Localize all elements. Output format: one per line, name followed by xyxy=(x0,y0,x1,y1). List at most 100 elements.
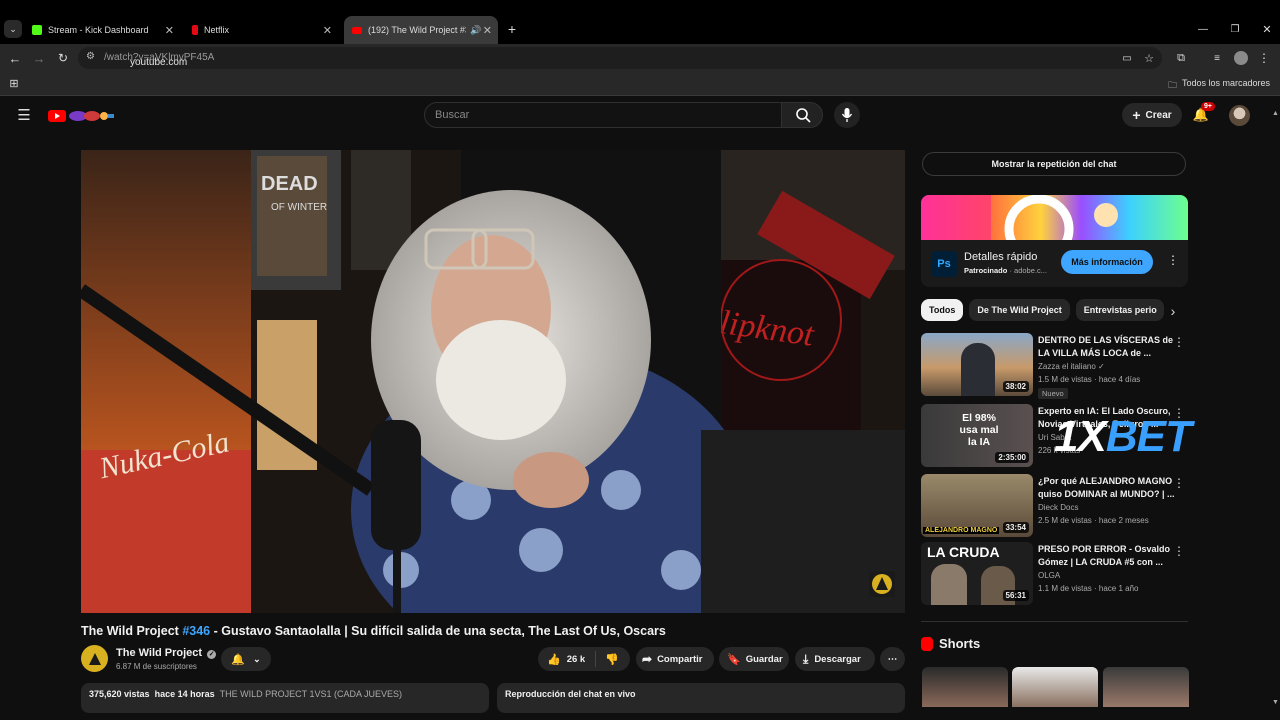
hamburger-icon[interactable]: ☰ xyxy=(16,107,32,124)
video-thumbnail[interactable]: LA CRUDA 56:31 xyxy=(921,542,1033,605)
more-vertical-icon[interactable]: ⋮ xyxy=(1167,253,1179,267)
short-thumbnail[interactable] xyxy=(922,667,1008,707)
restore-icon[interactable]: ❐ xyxy=(1228,20,1242,38)
url-text: youtube.com/watch?v=aVKlmvPF45A xyxy=(104,52,214,68)
chevron-right-icon[interactable]: › xyxy=(1166,302,1180,320)
description-box[interactable]: 375,620 vistas hace 14 horas THE WILD PR… xyxy=(81,683,489,713)
forward-icon[interactable]: → xyxy=(30,49,48,67)
sponsored-ad-card[interactable]: Ps Detalles rápido Patrocinado · adobe.c… xyxy=(921,195,1188,287)
youtube-logo[interactable] xyxy=(48,109,114,123)
duration-badge: 56:31 xyxy=(1002,590,1029,601)
channel-avatar[interactable] xyxy=(81,645,108,672)
sponsored-label: Patrocinado xyxy=(964,266,1008,275)
chip-channel[interactable]: De The Wild Project xyxy=(969,299,1070,321)
close-icon[interactable]: ✕ xyxy=(165,24,174,37)
close-icon[interactable]: ✕ xyxy=(323,24,332,37)
mic-button[interactable] xyxy=(834,102,860,128)
reload-icon[interactable]: ↻ xyxy=(54,49,72,67)
create-label: Crear xyxy=(1145,109,1172,121)
rec-channel[interactable]: Dieck Docs xyxy=(1038,503,1078,512)
video-thumbnail[interactable]: El 98% usa mal la IA 2:35:00 xyxy=(921,404,1033,467)
wild-project-logo-icon xyxy=(88,652,101,665)
minimize-icon[interactable]: — xyxy=(1196,20,1210,38)
more-actions-button[interactable]: ⋯ xyxy=(880,647,905,671)
share-button[interactable]: ➦ Compartir xyxy=(636,647,714,671)
tab-title: Netflix xyxy=(204,25,230,35)
description-tag[interactable]: THE WILD PROJECT 1VS1 (CADA JUEVES) xyxy=(220,689,402,699)
cast-icon[interactable]: ▭ xyxy=(1120,50,1134,66)
more-vertical-icon[interactable]: ⋮ xyxy=(1173,476,1185,490)
ad-cta-button[interactable]: Más información xyxy=(1061,250,1153,274)
tab-title: Stream - Kick Dashboard xyxy=(48,25,149,35)
new-tab-button[interactable]: + xyxy=(505,20,519,38)
browser-toolbar: ← → ↻ ⚙ youtube.com/watch?v=aVKlmvPF45A … xyxy=(0,44,1280,72)
save-button[interactable]: 🔖 Guardar xyxy=(719,647,789,671)
tab-netflix[interactable]: Netflix ✕ xyxy=(192,18,338,42)
create-button[interactable]: + Crear xyxy=(1122,103,1182,127)
ad-meta: Patrocinado · adobe.c... xyxy=(964,266,1047,275)
speaker-icon[interactable]: 🔊 xyxy=(470,25,481,36)
chat-replay-panel[interactable]: Reproducción del chat en vivo xyxy=(497,683,905,713)
short-thumbnail[interactable] xyxy=(1103,667,1189,707)
tab-kick[interactable]: Stream - Kick Dashboard ✕ xyxy=(32,18,180,42)
subscriber-count: 6.87 M de suscriptores xyxy=(116,662,197,671)
chip-interviews[interactable]: Entrevistas perio xyxy=(1075,299,1164,321)
search-button[interactable] xyxy=(781,102,823,128)
menu-icon[interactable]: ⋮ xyxy=(1258,50,1270,66)
shorts-label: Shorts xyxy=(939,636,981,651)
video-thumbnail[interactable]: ALEJANDRO MAGNO 33:54 xyxy=(921,474,1033,537)
search-input[interactable]: Buscar xyxy=(424,102,782,128)
close-window-icon[interactable]: ✕ xyxy=(1260,20,1274,38)
scroll-up-icon[interactable]: ▲ xyxy=(1272,110,1279,117)
site-info-icon[interactable]: ⚙ xyxy=(86,51,95,62)
like-dislike-group: 👍 26 k 👎 xyxy=(538,647,630,671)
svg-text:OF WINTER: OF WINTER xyxy=(271,202,327,213)
apps-icon[interactable]: ⊞ xyxy=(8,76,20,90)
scroll-down-icon[interactable]: ▼ xyxy=(1272,699,1279,706)
scrollbar[interactable]: ▲ ▼ xyxy=(1270,96,1280,720)
bookmarks-bar: ⊞ 🗀 Todos los marcadores xyxy=(0,72,1280,96)
media-icon[interactable]: ≡ xyxy=(1210,50,1224,66)
back-icon[interactable]: ← xyxy=(6,49,24,67)
tab-youtube[interactable]: (192) The Wild Project #346 🔊 ✕ xyxy=(344,16,498,44)
more-vertical-icon[interactable]: ⋮ xyxy=(1173,544,1185,558)
extensions-icon[interactable]: ⧉ xyxy=(1174,50,1188,66)
channel-name[interactable]: The Wild Project ✓ xyxy=(116,647,217,659)
thumb-text: ALEJANDRO MAGNO xyxy=(923,527,1000,534)
recommendation-item[interactable]: ALEJANDRO MAGNO 33:54 ¿Por qué ALEJANDRO… xyxy=(921,474,1188,538)
video-thumbnail[interactable]: 38:02 xyxy=(921,333,1033,396)
download-label: Descargar xyxy=(814,653,861,665)
show-chat-replay-button[interactable]: Mostrar la repetición del chat xyxy=(922,152,1186,176)
download-button[interactable]: ⤓ Descargar xyxy=(795,647,875,671)
recommendation-item[interactable]: 38:02 DENTRO DE LAS VÍSCERAS de LA VILLA… xyxy=(921,333,1188,399)
close-icon[interactable]: ✕ xyxy=(483,24,492,37)
upload-age: hace 14 horas xyxy=(154,689,215,699)
notifications-button[interactable]: 🔔 9+ xyxy=(1192,102,1215,124)
kick-icon xyxy=(32,25,42,35)
chat-replay-label: Reproducción del chat en vivo xyxy=(505,689,636,699)
subscribe-bell-button[interactable]: 🔔 ⌄ xyxy=(221,647,271,671)
tab-search-icon[interactable]: ⌄ xyxy=(4,20,22,38)
video-player[interactable]: Nuka-Cola DEAD OF WINTER Slipknot xyxy=(81,150,905,613)
recommendation-item[interactable]: LA CRUDA 56:31 PRESO POR ERROR - Osvaldo… xyxy=(921,542,1188,606)
new-badge: Nuevo xyxy=(1038,388,1068,399)
star-icon[interactable]: ☆ xyxy=(1142,50,1156,66)
chip-all[interactable]: Todos xyxy=(921,299,964,321)
verified-icon: ✓ xyxy=(207,650,217,659)
account-avatar[interactable] xyxy=(1229,105,1250,126)
overlay-brand-bet: BET xyxy=(1105,412,1192,461)
profile-avatar[interactable] xyxy=(1234,51,1248,65)
more-vertical-icon[interactable]: ⋮ xyxy=(1173,335,1185,349)
title-hashtag[interactable]: #346 xyxy=(182,624,210,638)
rec-channel[interactable]: OLGA xyxy=(1038,571,1060,580)
like-button[interactable]: 👍 26 k xyxy=(538,651,596,667)
onexbet-overlay-logo: 1XBET xyxy=(1054,412,1192,462)
short-thumbnail[interactable] xyxy=(1012,667,1098,707)
rec-channel[interactable]: Zazza el italiano ✓ xyxy=(1038,362,1105,371)
bookmarks-folder[interactable]: 🗀 Todos los marcadores xyxy=(1168,78,1270,94)
ad-artwork xyxy=(921,195,1118,264)
dislike-button[interactable]: 👎 xyxy=(596,653,619,666)
search-icon xyxy=(796,108,811,123)
address-bar[interactable]: ⚙ youtube.com/watch?v=aVKlmvPF45A xyxy=(78,47,1162,69)
tab-title: (192) The Wild Project #346 xyxy=(368,25,466,35)
